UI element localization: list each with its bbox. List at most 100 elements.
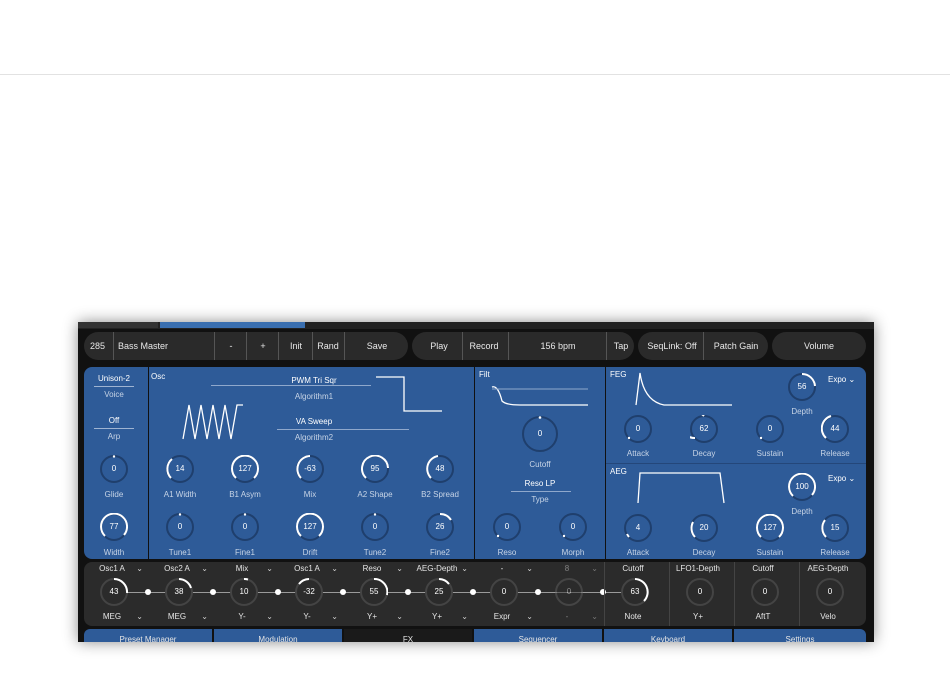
mod-slot[interactable]: Osc2 A ⌄ 38 MEG ⌄ xyxy=(149,562,214,626)
mod-slot[interactable]: Cutoff 0 AftT xyxy=(734,562,800,626)
volume-slider[interactable]: Volume xyxy=(772,332,866,360)
feg-mode-select[interactable]: Expo ⌄ xyxy=(828,375,855,384)
mod-slot[interactable]: Cutoff 63 Note xyxy=(604,562,670,626)
a2-shape-knob[interactable]: 95 xyxy=(361,455,389,483)
mod-source[interactable]: AftT xyxy=(735,612,791,621)
aeg-mode-select[interactable]: Expo ⌄ xyxy=(828,474,855,483)
mod-slot[interactable]: AEG-Depth ⌄ 25 Y+ ⌄ xyxy=(409,562,474,626)
tab-modulation[interactable]: Modulation xyxy=(214,629,342,642)
mod-slot[interactable]: 8 ⌄ 0 - ⌄ xyxy=(539,562,604,626)
mod-amount-knob[interactable]: 0 xyxy=(751,578,779,606)
algorithm2-value[interactable]: VA Sweep xyxy=(279,417,349,426)
init-button[interactable]: Init xyxy=(278,332,313,360)
tune2-knob[interactable]: 0 xyxy=(361,513,389,541)
glide-knob[interactable]: 0 xyxy=(100,455,128,483)
mod-slot[interactable]: LFO1-Depth 0 Y+ xyxy=(669,562,735,626)
mod-source[interactable]: Y- xyxy=(214,612,270,621)
mod-target[interactable]: Osc1 A xyxy=(279,564,335,573)
mod-amount-knob[interactable]: 0 xyxy=(686,578,714,606)
fine2-knob[interactable]: 26 xyxy=(426,513,454,541)
tap-button[interactable]: Tap xyxy=(606,332,635,360)
b1-asym-knob[interactable]: 127 xyxy=(231,455,259,483)
mod-target[interactable]: Cutoff xyxy=(735,564,791,573)
chevron-down-icon: ⌄ xyxy=(848,474,856,483)
mod-slot[interactable]: AEG-Depth 0 Velo xyxy=(799,562,865,626)
play-button[interactable]: Play xyxy=(416,332,462,360)
tab-settings[interactable]: Settings xyxy=(734,629,866,642)
mod-source[interactable]: Velo xyxy=(800,612,856,621)
arp-value[interactable]: Off xyxy=(84,416,144,425)
record-button[interactable]: Record xyxy=(462,332,505,360)
feg-decay-knob[interactable]: 62 xyxy=(690,415,718,443)
mod-amount-knob[interactable]: 55 xyxy=(360,578,388,606)
mod-source[interactable]: Y+ xyxy=(670,612,726,621)
tab-sequencer[interactable]: Sequencer xyxy=(474,629,602,642)
voice-value[interactable]: Unison-2 xyxy=(84,374,144,383)
width-knob[interactable]: 77 xyxy=(100,513,128,541)
feg-release-knob[interactable]: 44 xyxy=(821,415,849,443)
aeg-sustain-knob[interactable]: 127 xyxy=(756,514,784,542)
mod-target[interactable]: AEG-Depth xyxy=(409,564,465,573)
mod-source[interactable]: Y+ xyxy=(409,612,465,621)
mod-slot[interactable]: - ⌄ 0 Expr ⌄ xyxy=(474,562,539,626)
preset-prev-button[interactable]: - xyxy=(214,332,247,360)
mod-source[interactable]: Y+ xyxy=(344,612,400,621)
seqlink-button[interactable]: SeqLink: Off xyxy=(642,332,702,360)
aeg-release-knob[interactable]: 15 xyxy=(821,514,849,542)
feg-attack-knob[interactable]: 0 xyxy=(624,415,652,443)
mod-slot[interactable]: Reso ⌄ 55 Y+ ⌄ xyxy=(344,562,409,626)
mod-target[interactable]: Osc2 A xyxy=(149,564,205,573)
mod-source[interactable]: MEG xyxy=(149,612,205,621)
mod-source[interactable]: Expr xyxy=(474,612,530,621)
patch-gain-slider[interactable]: Patch Gain xyxy=(703,332,768,360)
mod-source[interactable]: Y- xyxy=(279,612,335,621)
tempo-display[interactable]: 156 bpm xyxy=(508,332,607,360)
preset-next-button[interactable]: + xyxy=(246,332,279,360)
mod-source[interactable]: MEG xyxy=(84,612,140,621)
reso-knob[interactable]: 0 xyxy=(493,513,521,541)
mod-target[interactable]: Osc1 A xyxy=(84,564,140,573)
mod-target[interactable]: - xyxy=(474,564,530,573)
mod-target[interactable]: 8 xyxy=(539,564,595,573)
mod-amount-knob[interactable]: 0 xyxy=(490,578,518,606)
mod-amount-knob[interactable]: 0 xyxy=(555,578,583,606)
mod-target[interactable]: AEG-Depth xyxy=(800,564,856,573)
mod-amount-knob[interactable]: 43 xyxy=(100,578,128,606)
tab-preset-manager[interactable]: Preset Manager xyxy=(84,629,212,642)
tab-fx[interactable]: FX xyxy=(344,629,472,642)
feg-sustain-knob[interactable]: 0 xyxy=(756,415,784,443)
mod-slot[interactable]: Mix ⌄ 10 Y- ⌄ xyxy=(214,562,279,626)
fine1-knob[interactable]: 0 xyxy=(231,513,259,541)
b2-spread-knob[interactable]: 48 xyxy=(426,455,454,483)
preset-name[interactable]: Bass Master xyxy=(113,332,214,360)
aeg-depth-knob[interactable]: 100 xyxy=(788,473,816,501)
mix-knob[interactable]: -63 xyxy=(296,455,324,483)
feg-depth-knob[interactable]: 56 xyxy=(788,373,816,401)
tune1-knob[interactable]: 0 xyxy=(166,513,194,541)
save-button[interactable]: Save xyxy=(344,332,409,360)
mod-target[interactable]: Mix xyxy=(214,564,270,573)
mod-amount-knob[interactable]: 25 xyxy=(425,578,453,606)
mod-target[interactable]: Cutoff xyxy=(605,564,661,573)
mod-target[interactable]: Reso xyxy=(344,564,400,573)
mod-slot[interactable]: Osc1 A ⌄ 43 MEG ⌄ xyxy=(84,562,149,626)
mod-source[interactable]: - xyxy=(539,612,595,621)
mod-slot[interactable]: Osc1 A ⌄ -32 Y- ⌄ xyxy=(279,562,344,626)
rand-button[interactable]: Rand xyxy=(312,332,343,360)
mod-target[interactable]: LFO1-Depth xyxy=(670,564,726,573)
filter-type-value[interactable]: Reso LP xyxy=(515,479,565,488)
mod-amount-knob[interactable]: 38 xyxy=(165,578,193,606)
algorithm1-value[interactable]: PWM Tri Sqr xyxy=(279,376,349,385)
drift-knob[interactable]: 127 xyxy=(296,513,324,541)
morph-knob[interactable]: 0 xyxy=(559,513,587,541)
mod-amount-knob[interactable]: 10 xyxy=(230,578,258,606)
aeg-attack-knob[interactable]: 4 xyxy=(624,514,652,542)
a1-width-knob[interactable]: 14 xyxy=(166,455,194,483)
cutoff-knob[interactable]: 0 xyxy=(521,415,559,453)
mod-amount-knob[interactable]: 0 xyxy=(816,578,844,606)
aeg-decay-knob[interactable]: 20 xyxy=(690,514,718,542)
mod-amount-knob[interactable]: 63 xyxy=(621,578,649,606)
mod-amount-knob[interactable]: -32 xyxy=(295,578,323,606)
tab-keyboard[interactable]: Keyboard xyxy=(604,629,732,642)
mod-source[interactable]: Note xyxy=(605,612,661,621)
